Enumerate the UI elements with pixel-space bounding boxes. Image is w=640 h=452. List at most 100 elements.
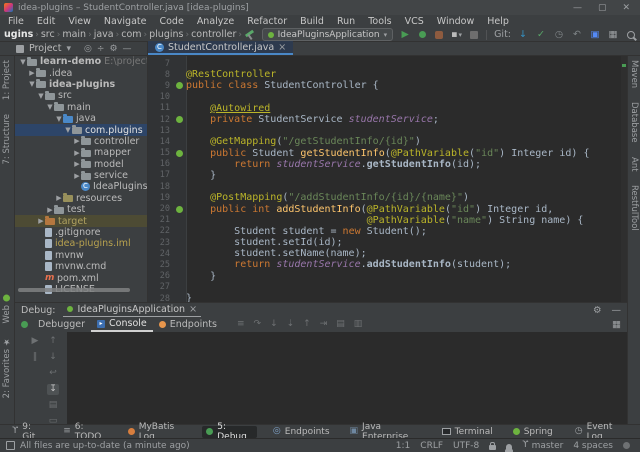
debug-tab-endpoints[interactable]: Endpoints	[153, 317, 223, 332]
tree-item--idea[interactable]: ▶.idea	[15, 67, 147, 78]
menu-item-tools[interactable]: Tools	[368, 16, 391, 27]
status-item[interactable]	[623, 442, 630, 449]
collapse-arrow-icon[interactable]: ▶	[46, 206, 54, 214]
evaluate-expression-icon[interactable]: ▤	[336, 320, 345, 329]
status-item-1-1[interactable]: 1:1	[396, 441, 410, 451]
tree-item-pom-xml[interactable]: mpom.xml	[15, 272, 147, 283]
menu-item-window[interactable]: Window	[437, 16, 474, 27]
collapse-arrow-icon[interactable]: ▶	[37, 217, 45, 225]
pause-button[interactable]: ‖	[29, 352, 41, 363]
toolwindow-button-5--debug[interactable]: 5: Debug	[202, 426, 257, 438]
tool-button-restfultool[interactable]: RestfulTool	[629, 185, 639, 231]
spring-bean-gutter-icon[interactable]	[173, 150, 186, 157]
tree-item-java[interactable]: ▼java	[15, 113, 147, 124]
scroll-to-end-button[interactable]: ↧	[47, 384, 59, 395]
settings-gear-icon[interactable]: ⚙	[109, 44, 117, 54]
menu-item-help[interactable]: Help	[487, 16, 509, 27]
minimize-button[interactable]: —	[573, 3, 582, 13]
close-tab-icon[interactable]: ×	[278, 42, 286, 53]
rollback-button[interactable]: ↶	[572, 29, 582, 41]
project-panel-header[interactable]: Project ▾ ◎ ÷ ⚙ —	[0, 42, 148, 55]
tree-item-com-plugins[interactable]: ▼com.plugins	[15, 124, 147, 135]
collapse-all-icon[interactable]: ÷	[97, 44, 105, 54]
project-tree[interactable]: ▼learn-demo E:\project\learn-dem▶.idea▼i…	[15, 56, 148, 302]
run-button[interactable]: ▶	[400, 29, 410, 41]
build-hammer-icon[interactable]	[244, 29, 255, 41]
collapse-arrow-icon[interactable]: ▶	[73, 137, 81, 145]
collapse-arrow-icon[interactable]: ▶	[73, 160, 81, 168]
menu-item-navigate[interactable]: Navigate	[104, 16, 147, 27]
search-everywhere-button[interactable]	[626, 29, 636, 41]
menu-item-edit[interactable]: Edit	[37, 16, 55, 27]
tree-item-model[interactable]: ▶model	[15, 159, 147, 170]
expand-arrow-icon[interactable]: ▼	[64, 126, 72, 134]
debug-tab-console[interactable]: ▸Console	[91, 317, 153, 332]
run-configuration-select[interactable]: IdeaPluginsApplication ▾	[262, 28, 393, 41]
collapse-arrow-icon[interactable]: ▶	[73, 149, 81, 157]
menu-item-build[interactable]: Build	[300, 16, 324, 27]
breadcrumb-item[interactable]: com	[121, 29, 141, 40]
hide-panel-icon[interactable]: —	[123, 44, 132, 54]
status-item-utf-8[interactable]: UTF-8	[453, 441, 479, 451]
tool-button-ant[interactable]: Ant	[629, 157, 639, 172]
tree-item-test[interactable]: ▶test	[15, 204, 147, 215]
tool-button-7--structure[interactable]: 7: Structure	[2, 114, 12, 165]
window-button[interactable]: ▦	[608, 29, 618, 41]
debug-tab-debugger[interactable]: Debugger	[32, 317, 91, 332]
spring-bean-gutter-icon[interactable]	[173, 116, 186, 123]
toolwindow-button-6--todo[interactable]: ≡6: TODO	[59, 426, 112, 438]
more-options-icon[interactable]: ▥	[354, 320, 363, 329]
print-button[interactable]: ▤	[47, 400, 59, 411]
status-item-master[interactable]: ϒmaster	[522, 441, 563, 451]
tree-item-mvnw[interactable]: mvnw	[15, 250, 147, 261]
breadcrumb-item[interactable]: plugins	[149, 29, 183, 40]
collapse-arrow-icon[interactable]: ▶	[73, 172, 81, 180]
tool-button-database[interactable]: Database	[629, 102, 639, 143]
editor-tab-studentcontroller[interactable]: C StudentController.java ×	[148, 41, 293, 55]
menu-item-run[interactable]: Run	[337, 16, 355, 27]
step-out-icon[interactable]: ↑	[303, 320, 311, 329]
tree-item-controller[interactable]: ▶controller	[15, 136, 147, 147]
compare-button[interactable]: ▣	[590, 29, 600, 41]
breadcrumb-item[interactable]: src	[41, 29, 55, 40]
run-to-cursor-icon[interactable]: ⇥	[320, 320, 328, 329]
toolwindow-button-java-enterprise[interactable]: ▣Java Enterprise	[346, 426, 426, 438]
close-session-icon[interactable]: ×	[189, 304, 197, 315]
profiler-button[interactable]: ▪▾	[451, 29, 462, 41]
toolwindow-button-9--git[interactable]: ϒ9: Git	[8, 426, 47, 438]
commit-button[interactable]: ✓	[536, 29, 546, 41]
breadcrumb-item[interactable]: ugins	[4, 29, 33, 40]
tree-item-mvnw-cmd[interactable]: mvnw.cmd	[15, 261, 147, 272]
history-button[interactable]: ◷	[554, 29, 564, 41]
debug-console[interactable]: ▶‖ ↑↓↩↧▤▭	[15, 332, 627, 424]
hide-panel-icon[interactable]: —	[612, 305, 622, 316]
maximize-button[interactable]: ▢	[598, 3, 607, 13]
force-step-into-icon[interactable]: ⇣	[287, 320, 295, 329]
tree-item-ideapluginsap[interactable]: CIdeaPluginsAp	[15, 181, 147, 192]
coverage-button[interactable]	[434, 29, 444, 41]
settings-gear-icon[interactable]: ⚙	[593, 305, 602, 316]
update-project-button[interactable]: ↓	[518, 29, 528, 41]
menu-item-file[interactable]: File	[8, 16, 24, 27]
tree-item-idea-plugins[interactable]: ▼idea-plugins	[15, 79, 147, 90]
locate-icon[interactable]: ◎	[84, 44, 92, 54]
tree-item-service[interactable]: ▶service	[15, 170, 147, 181]
breadcrumb-item[interactable]: java	[94, 29, 114, 40]
debug-button[interactable]	[417, 29, 427, 41]
step-over-icon[interactable]: ↷	[254, 320, 262, 329]
status-item-4-spaces[interactable]: 4 spaces	[573, 441, 613, 451]
resume-button[interactable]: ▶	[29, 336, 41, 347]
collapse-arrow-icon[interactable]: ▶	[28, 69, 36, 77]
show-execution-point-icon[interactable]: ≡	[237, 320, 245, 329]
chevron-down-icon[interactable]: ▾	[67, 44, 72, 54]
tree-item-target[interactable]: ▶target	[15, 215, 147, 226]
toolwindow-button-terminal[interactable]: Terminal	[438, 426, 497, 438]
toolwindow-button-mybatis-log[interactable]: MyBatis Log	[124, 426, 191, 438]
down-stack-button[interactable]: ↓	[47, 352, 59, 363]
tree-item-src[interactable]: ▼src	[15, 90, 147, 101]
menu-item-vcs[interactable]: VCS	[405, 16, 424, 27]
tree-item--gitignore[interactable]: .gitignore	[15, 227, 147, 238]
expand-arrow-icon[interactable]: ▼	[28, 80, 36, 88]
close-button[interactable]: ✕	[622, 3, 630, 13]
toolwindow-button-spring[interactable]: Spring	[509, 426, 557, 438]
